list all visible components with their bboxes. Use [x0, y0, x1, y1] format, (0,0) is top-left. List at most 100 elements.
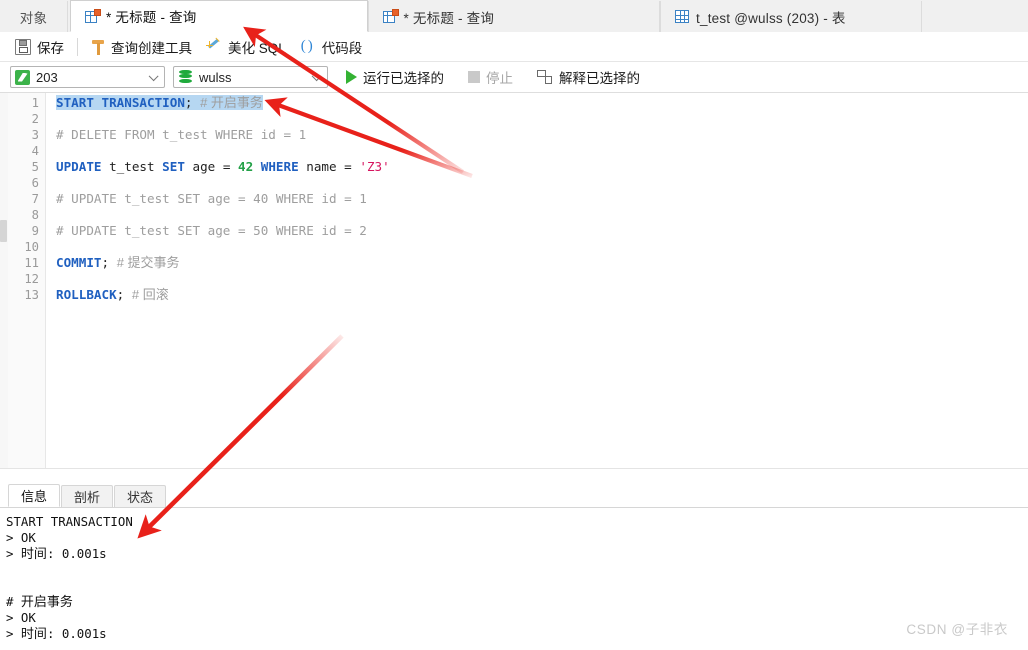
tab-untitled-query-1[interactable]: * 无标题 - 查询 [70, 0, 368, 32]
code-line[interactable] [56, 111, 64, 127]
tab-untitled-query-1-label: * 无标题 - 查询 [106, 10, 197, 25]
code-line[interactable]: # UPDATE t_test SET age = 50 WHERE id = … [56, 223, 367, 239]
query-builder-icon [91, 39, 105, 55]
line-number: 9 [31, 224, 39, 238]
code-snippet-button[interactable]: () 代码段 [293, 35, 370, 59]
code-token: # 开启事务 [200, 95, 263, 110]
code-token: ROLLBACK [56, 287, 117, 302]
code-token: # 回滚 [131, 287, 169, 302]
line-number: 5 [31, 160, 39, 174]
code-line[interactable] [56, 271, 64, 287]
save-button[interactable]: 保存 [8, 35, 71, 59]
chevron-down-icon [149, 73, 157, 81]
code-token: ; [184, 95, 193, 110]
code-token: ; [101, 255, 110, 270]
parentheses-icon: () [300, 37, 313, 54]
query-builder-label: 查询创建工具 [111, 40, 192, 56]
line-number: 3 [31, 128, 39, 142]
log-cjk: 开启事务 [20, 594, 73, 609]
code-token: COMMIT [56, 255, 102, 270]
code-line[interactable] [56, 207, 64, 223]
editor-line-number-gutter: 1 2 3 4 5 6 7 8 9 10 11 12 13 [8, 93, 46, 468]
execution-log[interactable]: START TRANSACTION > OK > 时间: 0.001s # 开启事务… [0, 508, 1028, 650]
play-icon [346, 70, 357, 84]
code-token [192, 95, 201, 110]
log-line: > OK [6, 530, 36, 545]
save-icon [15, 38, 31, 55]
code-line[interactable]: START TRANSACTION; # 开启事务 [56, 95, 263, 111]
save-button-label: 保存 [37, 40, 64, 56]
beautify-sql-button[interactable]: 美化 SQL [199, 35, 293, 59]
tab-untitled-query-2[interactable]: * 无标题 - 查询 [367, 1, 661, 32]
code-token: age = [184, 159, 238, 174]
run-selected-label: 运行已选择的 [363, 71, 444, 86]
log-line: # 开启事务 [6, 594, 73, 609]
line-number: 13 [24, 288, 39, 302]
code-token: 'Z3' [359, 159, 390, 174]
line-number: 1 [31, 96, 39, 110]
line-number: 4 [31, 144, 39, 158]
code-snippet-label: 代码段 [321, 40, 363, 56]
tab-status[interactable]: 状态 [114, 485, 166, 507]
editor-tab-bar: 对象 * 无标题 - 查询 * 无标题 - 查询 t_test @wulss (… [0, 0, 1028, 33]
code-line[interactable]: ROLLBACK; # 回滚 [56, 287, 169, 303]
tab-t-test-table[interactable]: t_test @wulss (203) - 表 [660, 1, 922, 32]
results-panel: 信息 剖析 状态 START TRANSACTION > OK > 时间: 0.00… [0, 484, 1028, 650]
chevron-down-icon [312, 73, 320, 81]
magic-wand-icon [206, 37, 222, 55]
tab-objects[interactable]: 对象 [0, 1, 68, 32]
query-icon [85, 8, 101, 24]
code-token: SET [162, 159, 185, 174]
code-token: WHERE [260, 159, 299, 174]
log-line: > 时间: 0.001s [6, 546, 107, 561]
run-selected-button[interactable]: 运行已选择的 [340, 65, 450, 89]
database-icon [178, 69, 193, 85]
connection-select-value: 203 [36, 69, 58, 85]
results-tab-bar: 信息 剖析 状态 [0, 484, 1028, 508]
database-select-value: wulss [199, 69, 232, 85]
stop-button: 停止 [462, 65, 519, 89]
code-token: # DELETE FROM t_test WHERE id = 1 [56, 127, 307, 142]
database-select[interactable]: wulss [173, 66, 328, 88]
code-token: # UPDATE t_test SET age = 50 WHERE id = … [56, 223, 367, 238]
tab-info-label: 信息 [20, 489, 47, 504]
log-line: > OK [6, 610, 36, 625]
code-token: UPDATE [56, 159, 102, 174]
editor-code-area[interactable]: START TRANSACTION; # 开启事务 # DELETE FROM … [46, 93, 1028, 468]
stop-icon [468, 71, 480, 83]
code-token: # UPDATE t_test SET age = 40 WHERE id = … [56, 191, 367, 206]
line-number: 2 [31, 112, 39, 126]
stop-label: 停止 [486, 71, 513, 86]
sql-editor[interactable]: 1 2 3 4 5 6 7 8 9 10 11 12 13 START TRANSACTION; # 开… [0, 93, 1028, 468]
code-token: 42 [238, 159, 254, 174]
editor-results-splitter[interactable] [0, 468, 1028, 486]
log-cjk: 时间 [20, 546, 47, 561]
connection-select[interactable]: 203 [10, 66, 165, 88]
code-line[interactable] [56, 143, 64, 159]
line-number: 12 [24, 272, 39, 286]
code-line[interactable]: # UPDATE t_test SET age = 40 WHERE id = … [56, 191, 367, 207]
explain-selected-button[interactable]: 解释已选择的 [531, 65, 646, 89]
line-number: 10 [24, 240, 39, 254]
code-line[interactable]: COMMIT; # 提交事务 [56, 255, 180, 271]
editor-overview-marker [0, 220, 7, 242]
log-cjk: 时间 [20, 626, 47, 641]
tab-t-test-table-label: t_test @wulss (203) - 表 [696, 10, 846, 26]
tab-info[interactable]: 信息 [8, 484, 60, 507]
tab-untitled-query-2-label: * 无标题 - 查询 [403, 10, 495, 26]
query-builder-button[interactable]: 查询创建工具 [84, 35, 199, 59]
code-line[interactable] [56, 239, 64, 255]
line-number: 11 [24, 256, 39, 270]
tab-profile[interactable]: 剖析 [61, 485, 113, 507]
tab-objects-label: 对象 [19, 10, 48, 26]
log-line: START TRANSACTION [6, 514, 133, 529]
code-line[interactable] [56, 175, 64, 191]
code-line[interactable]: UPDATE t_test SET age = 42 WHERE name = … [56, 159, 390, 175]
line-number: 6 [31, 176, 39, 190]
code-line[interactable]: # DELETE FROM t_test WHERE id = 1 [56, 127, 306, 143]
connection-icon [15, 69, 30, 85]
watermark: CSDN @子非衣 [906, 622, 1008, 637]
